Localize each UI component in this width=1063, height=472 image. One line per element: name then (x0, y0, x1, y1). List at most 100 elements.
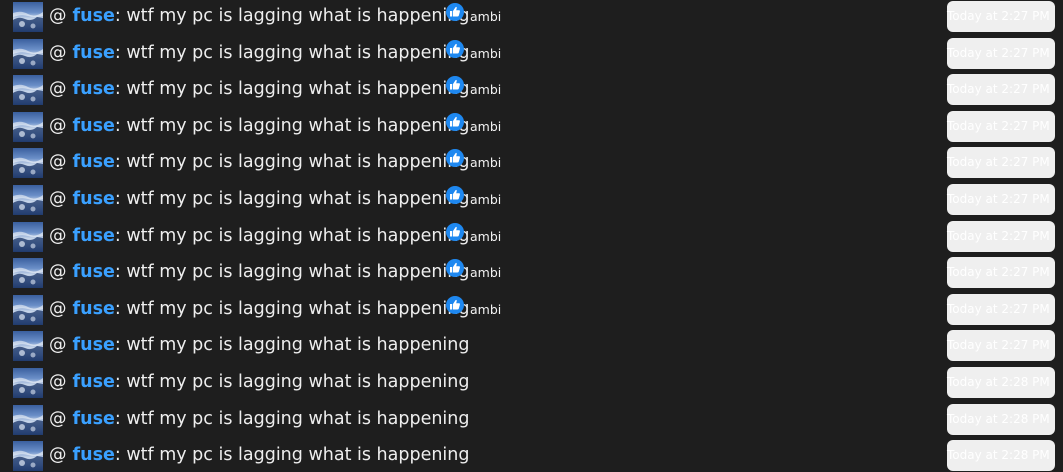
reactor-name: ambi (470, 228, 502, 244)
thumbs-up-icon[interactable] (446, 149, 464, 168)
avatar[interactable] (13, 368, 43, 398)
message-row[interactable]: @ fuse: wtf my pc is lagging what is happ… (0, 403, 1063, 440)
timestamp-badge: Today at 2:28 PM (947, 403, 1055, 435)
message-body: : wtf my pc is lagging what is happening (114, 262, 470, 283)
username-link[interactable]: fuse (73, 189, 115, 209)
avatar[interactable] (13, 258, 43, 289)
message-text: @ fuse: wtf my pc is lagging what is happ… (49, 261, 470, 283)
mention-symbol: @ (49, 189, 67, 209)
username-link[interactable]: fuse (73, 43, 115, 63)
avatar[interactable] (13, 185, 43, 215)
avatar[interactable] (13, 38, 43, 69)
message-row[interactable]: @ fuse: wtf my pc is lagging what is happ… (0, 146, 1063, 183)
timestamp-badge: Today at 2:28 PM (947, 367, 1055, 398)
thumbs-up-icon[interactable] (446, 222, 464, 241)
avatar[interactable] (13, 331, 43, 362)
timestamp-badge: Today at 2:27 PM (947, 257, 1055, 289)
username-link[interactable]: fuse (73, 409, 115, 429)
mention-symbol: @ (49, 42, 67, 63)
reactor-name: ambi (470, 265, 502, 281)
reactor-name: ambi (470, 9, 502, 24)
avatar[interactable] (13, 2, 43, 32)
username-link[interactable]: fuse (73, 372, 115, 392)
message-row[interactable]: @ fuse: wtf my pc is lagging what is happ… (0, 37, 1063, 74)
thumbs-up-icon[interactable] (446, 186, 464, 204)
username-link[interactable]: fuse (73, 6, 115, 26)
username-link[interactable]: fuse (73, 445, 115, 465)
reactor-name: ambi (470, 45, 502, 61)
mention-symbol: @ (49, 372, 67, 392)
avatar[interactable] (13, 75, 43, 106)
thumbs-up-icon[interactable] (446, 76, 464, 95)
avatar[interactable] (13, 294, 43, 325)
avatar[interactable] (13, 221, 43, 252)
thumbs-up-icon[interactable] (446, 295, 464, 314)
message-body: : wtf my pc is lagging what is happening (114, 115, 470, 136)
message-row[interactable]: @ fuse: wtf my pc is lagging what is happ… (0, 366, 1063, 403)
message-row[interactable]: @ fuse: wtf my pc is lagging what is happ… (0, 220, 1063, 257)
username-link[interactable]: fuse (73, 116, 115, 136)
timestamp-badge: Today at 2:27 PM (947, 184, 1055, 215)
thumbs-up-icon[interactable] (446, 112, 464, 131)
message-text: @ fuse: wtf my pc is lagging what is happ… (49, 115, 470, 137)
message-text: @ fuse: wtf my pc is lagging what is happ… (49, 5, 470, 27)
message-row[interactable]: @ fuse: wtf my pc is lagging what is happ… (0, 439, 1063, 472)
message-row[interactable]: @ fuse: wtf my pc is lagging what is happ… (0, 183, 1063, 220)
mention-symbol: @ (49, 115, 67, 136)
thumbs-up-icon[interactable] (446, 3, 464, 21)
message-text: @ fuse: wtf my pc is lagging what is happ… (49, 42, 470, 64)
message-row[interactable]: @ fuse: wtf my pc is lagging what is happ… (0, 0, 1063, 37)
reactor-name: ambi (470, 301, 502, 317)
username-link[interactable]: fuse (73, 152, 115, 172)
message-body: : wtf my pc is lagging what is happening (114, 225, 470, 246)
reactor-name: ambi (470, 192, 502, 207)
timestamp-badge: Today at 2:27 PM (947, 330, 1055, 362)
message-body: : wtf my pc is lagging what is happening (114, 42, 470, 63)
message-row[interactable]: @ fuse: wtf my pc is lagging what is happ… (0, 329, 1063, 366)
message-row[interactable]: @ fuse: wtf my pc is lagging what is happ… (0, 110, 1063, 147)
message-text: @ fuse: wtf my pc is lagging what is happ… (49, 188, 470, 210)
reactor-name: ambi (470, 155, 502, 171)
mention-symbol: @ (49, 408, 67, 429)
message-body: : wtf my pc is lagging what is happening (114, 408, 470, 429)
message-body: : wtf my pc is lagging what is happening (114, 335, 470, 356)
message-text: @ fuse: wtf my pc is lagging what is happ… (49, 298, 470, 320)
message-body: : wtf my pc is lagging what is happening (114, 445, 470, 466)
thumbs-up-icon[interactable] (446, 39, 464, 58)
message-log: @ fuse: wtf my pc is lagging what is happ… (0, 0, 1063, 472)
message-body: : wtf my pc is lagging what is happening (114, 79, 470, 100)
timestamp-badge: Today at 2:28 PM (947, 440, 1055, 472)
message-text: @ fuse: wtf my pc is lagging what is happ… (49, 151, 470, 173)
message-text: @ fuse: wtf my pc is lagging what is happ… (49, 371, 470, 393)
avatar[interactable] (13, 111, 43, 142)
thumbs-up-icon[interactable] (446, 259, 464, 278)
avatar[interactable] (13, 441, 43, 472)
mention-symbol: @ (49, 225, 67, 246)
mention-symbol: @ (49, 335, 67, 356)
mention-symbol: @ (49, 298, 67, 319)
timestamp-badge: Today at 2:27 PM (947, 37, 1055, 69)
avatar[interactable] (13, 404, 43, 435)
message-row[interactable]: @ fuse: wtf my pc is lagging what is happ… (0, 293, 1063, 330)
username-link[interactable]: fuse (73, 79, 115, 99)
message-body: : wtf my pc is lagging what is happening (114, 372, 470, 392)
message-text: @ fuse: wtf my pc is lagging what is happ… (49, 225, 470, 247)
avatar[interactable] (13, 148, 43, 179)
message-body: : wtf my pc is lagging what is happening (114, 152, 470, 173)
timestamp-badge: Today at 2:27 PM (947, 293, 1055, 325)
timestamp-badge: Today at 2:27 PM (947, 74, 1055, 106)
reactor-name: ambi (470, 118, 502, 134)
message-text: @ fuse: wtf my pc is lagging what is happ… (49, 408, 470, 430)
mention-symbol: @ (49, 445, 67, 466)
username-link[interactable]: fuse (73, 299, 115, 319)
timestamp-badge: Today at 2:27 PM (947, 220, 1055, 252)
reactor-name: ambi (470, 82, 502, 98)
message-row[interactable]: @ fuse: wtf my pc is lagging what is happ… (0, 73, 1063, 110)
message-row[interactable]: @ fuse: wtf my pc is lagging what is happ… (0, 256, 1063, 293)
username-link[interactable]: fuse (73, 262, 115, 282)
timestamp-badge: Today at 2:27 PM (947, 110, 1055, 142)
mention-symbol: @ (49, 152, 67, 173)
timestamp-badge: Today at 2:27 PM (947, 1, 1055, 32)
username-link[interactable]: fuse (73, 335, 115, 355)
username-link[interactable]: fuse (73, 226, 115, 246)
